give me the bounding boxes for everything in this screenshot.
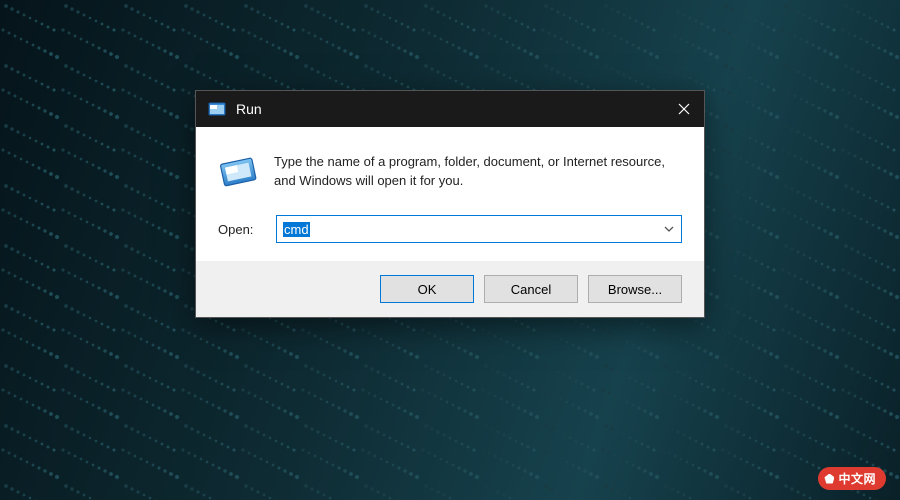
dialog-title: Run xyxy=(236,101,664,117)
close-icon xyxy=(678,103,690,115)
watermark-badge: 中文网 xyxy=(818,467,886,490)
chevron-down-icon xyxy=(664,226,674,232)
combobox-dropdown-button[interactable] xyxy=(657,216,681,242)
browse-button[interactable]: Browse... xyxy=(588,275,682,303)
open-input[interactable]: cmd xyxy=(276,215,682,243)
open-row: Open: cmd xyxy=(218,215,682,243)
dialog-description: Type the name of a program, folder, docu… xyxy=(274,151,682,191)
run-titlebar-icon xyxy=(208,100,226,118)
run-dialog: Run xyxy=(195,90,705,318)
dialog-body: Type the name of a program, folder, docu… xyxy=(196,127,704,261)
dialog-footer: OK Cancel Browse... xyxy=(196,261,704,317)
open-combobox[interactable]: cmd xyxy=(276,215,682,243)
titlebar[interactable]: Run xyxy=(196,91,704,127)
open-input-value: cmd xyxy=(283,222,310,237)
watermark-text: 中文网 xyxy=(838,472,876,486)
cancel-button[interactable]: Cancel xyxy=(484,275,578,303)
close-button[interactable] xyxy=(664,91,704,127)
ok-button[interactable]: OK xyxy=(380,275,474,303)
run-program-icon xyxy=(218,151,258,191)
info-row: Type the name of a program, folder, docu… xyxy=(218,151,682,191)
open-label: Open: xyxy=(218,222,262,237)
